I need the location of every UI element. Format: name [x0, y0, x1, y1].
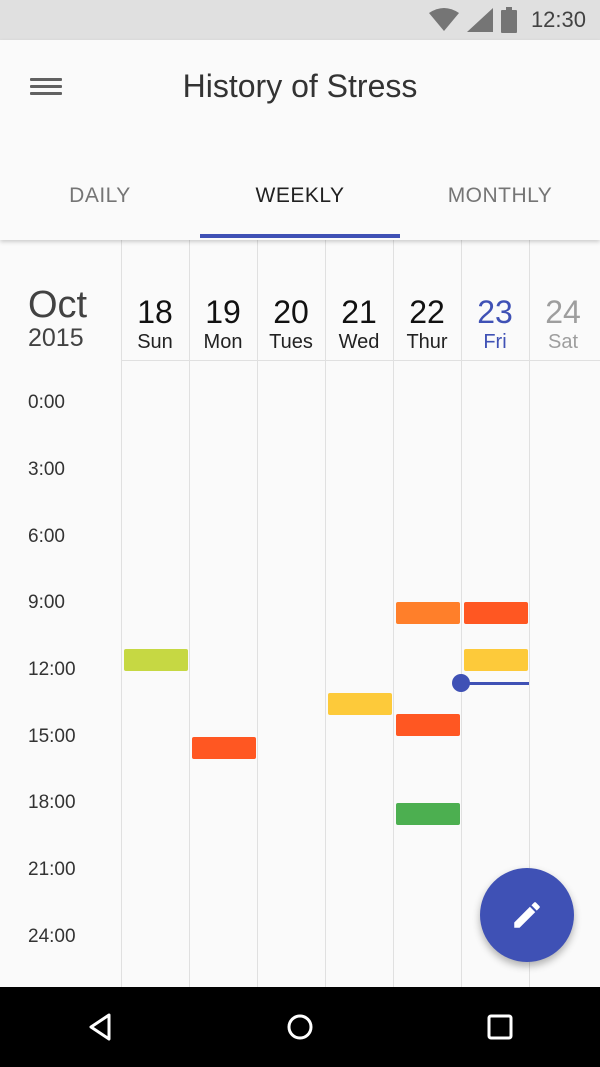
battery-icon: [500, 7, 517, 33]
day-header-21[interactable]: 21 Wed: [325, 294, 393, 354]
pencil-icon: [514, 902, 540, 928]
stress-event-wed[interactable]: [328, 693, 392, 715]
recents-icon: [487, 1014, 513, 1040]
home-button[interactable]: [270, 997, 330, 1057]
time-label: 9:00: [28, 592, 65, 613]
day-number: 21: [341, 294, 377, 330]
month-label: Oct: [28, 284, 88, 326]
day-header-23-today[interactable]: 23 Fri: [461, 294, 529, 354]
time-label: 15:00: [28, 726, 76, 747]
current-time-line: [461, 682, 529, 685]
edit-button[interactable]: [480, 868, 574, 962]
time-label: 0:00: [28, 392, 65, 413]
current-time-dot: [452, 674, 470, 692]
day-number: 24: [545, 294, 581, 330]
day-name: Fri: [483, 331, 507, 353]
day-number: 19: [205, 294, 241, 330]
page-title: History of Stress: [182, 68, 418, 104]
day-header-22[interactable]: 22 Thur: [393, 294, 461, 354]
year-label: 2015: [28, 324, 84, 352]
stress-event-sun[interactable]: [124, 649, 188, 671]
recents-button[interactable]: [470, 997, 530, 1057]
tab-bar: DAILY WEEKLY MONTHLY: [0, 160, 600, 238]
day-name: Thur: [406, 331, 448, 353]
day-name: Sun: [137, 331, 173, 353]
time-label: 12:00: [28, 659, 76, 680]
tab-monthly[interactable]: MONTHLY: [400, 160, 600, 238]
time-label: 24:00: [28, 926, 76, 947]
day-name: Mon: [203, 331, 243, 353]
stress-event-fri-2[interactable]: [464, 649, 528, 671]
day-header-24[interactable]: 24 Sat: [529, 294, 597, 354]
day-number: 18: [137, 294, 173, 330]
stress-event-thur-1[interactable]: [396, 602, 460, 624]
day-header-20[interactable]: 20 Tues: [257, 294, 325, 354]
day-header-18[interactable]: 18 Sun: [121, 294, 189, 354]
day-header-19[interactable]: 19 Mon: [189, 294, 257, 354]
stress-event-mon[interactable]: [192, 737, 256, 759]
app-bar: History of Stress DAILY WEEKLY MONTHLY: [0, 40, 600, 240]
stress-event-thur-3[interactable]: [396, 803, 460, 825]
status-time: 12:30: [530, 7, 586, 32]
day-number: 20: [273, 294, 309, 330]
time-label: 6:00: [28, 526, 65, 547]
stress-event-thur-2[interactable]: [396, 714, 460, 736]
time-label: 21:00: [28, 859, 76, 880]
day-name: Sat: [547, 331, 579, 353]
day-name: Tues: [269, 331, 313, 353]
home-icon: [287, 1014, 313, 1040]
signal-icon: [466, 8, 493, 32]
header-divider: [121, 360, 600, 361]
status-bar: 12:30: [0, 0, 600, 40]
day-name: Wed: [338, 331, 380, 353]
back-icon: [89, 1013, 111, 1041]
day-number: 23: [477, 294, 513, 330]
tab-weekly[interactable]: WEEKLY: [200, 160, 400, 238]
tab-daily[interactable]: DAILY: [0, 160, 200, 238]
day-number: 22: [409, 294, 445, 330]
stress-event-fri-1[interactable]: [464, 602, 528, 624]
back-button[interactable]: [70, 997, 130, 1057]
time-label: 18:00: [28, 792, 76, 813]
time-label: 3:00: [28, 459, 65, 480]
status-icons: 12:30: [428, 0, 586, 40]
system-nav-bar: [0, 987, 600, 1067]
wifi-icon: [428, 8, 459, 31]
